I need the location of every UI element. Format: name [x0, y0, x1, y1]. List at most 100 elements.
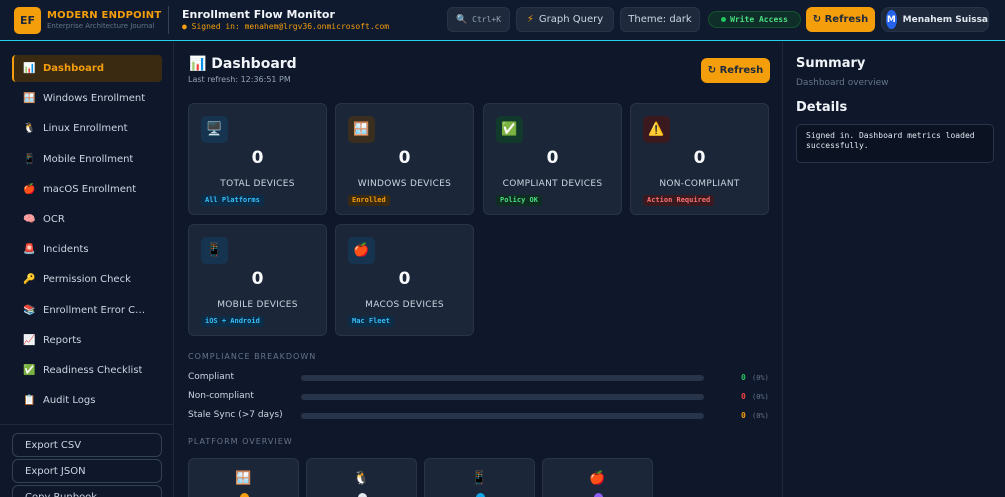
avatar: M [886, 10, 897, 29]
header-refresh-button[interactable]: ↻ Refresh [806, 7, 875, 32]
sidebar-item-windows-enrollment[interactable]: 🪟 Windows Enrollment [12, 85, 162, 112]
platform-card-mobile[interactable]: 📱 [424, 458, 535, 497]
compliance-percent: (0%) [752, 374, 769, 382]
key-icon: 🔑 [23, 273, 36, 285]
siren-icon: 🚨 [23, 243, 36, 255]
windows-icon: 🪟 [348, 116, 375, 143]
search-shortcut: Ctrl+K [472, 15, 502, 24]
compliance-count: 0 [741, 373, 746, 382]
chart-icon: 📈 [23, 334, 36, 346]
platform-section-title: PLATFORM OVERVIEW [188, 437, 293, 446]
sidebar-item-label: Windows Enrollment [43, 93, 146, 104]
stat-badge: All Platforms [201, 195, 264, 206]
sidebar-item-label: Linux Enrollment [43, 123, 128, 134]
sidebar-item-permission-check[interactable]: 🔑 Permission Check [12, 266, 162, 293]
platform-status-dot [594, 493, 603, 497]
stat-value: 0 [398, 148, 411, 168]
sidebar-item-ocr[interactable]: 🧠 OCR [12, 206, 162, 233]
sidebar-item-label: Mobile Enrollment [43, 154, 134, 165]
graph-query-label: Graph Query [538, 14, 604, 25]
status-dot-icon [721, 17, 727, 22]
brain-icon: 🧠 [23, 213, 36, 225]
stat-badge: Enrolled [348, 195, 390, 206]
sidebar-item-error-catalog[interactable]: 📚 Enrollment Error Catal... [12, 297, 162, 324]
sidebar-item-macos-enrollment[interactable]: 🍎 macOS Enrollment [12, 176, 162, 203]
signed-in-status: ● Signed in: menahem@lrgv36.onmicrosoft.… [182, 22, 390, 31]
stat-label: TOTAL DEVICES [220, 179, 295, 189]
stat-badge: Mac Fleet [348, 316, 394, 327]
top-bar: EF MODERN ENDPOINT Enterprise Architectu… [0, 0, 1005, 41]
stat-label: MACOS DEVICES [365, 300, 444, 310]
sidebar-item-incidents[interactable]: 🚨 Incidents [12, 236, 162, 263]
compliance-row-label: Stale Sync (>7 days) [188, 410, 283, 420]
compliance-percent: (0%) [752, 393, 769, 401]
stat-card-mobile-devices: 📱 0 MOBILE DEVICES iOS + Android [188, 224, 327, 336]
compliance-count: 0 [741, 392, 746, 401]
mobile-phone-icon: 📱 [201, 237, 228, 264]
brand-subtitle: Enterprise Architecture Journal [47, 22, 155, 30]
stat-value: 0 [251, 269, 264, 289]
compliance-progress-bar [301, 413, 704, 419]
apple-icon: 🍎 [589, 471, 606, 486]
penguin-icon: 🐧 [23, 122, 36, 134]
brand-logo: EF [14, 7, 41, 34]
dashboard-refresh-button[interactable]: ↻ Refresh [701, 58, 770, 83]
compliance-count: 0 [741, 411, 746, 420]
right-panel: Summary Dashboard overview Details Signe… [782, 42, 1005, 497]
brand-name: MODERN ENDPOINT [47, 10, 162, 21]
platform-card-windows[interactable]: 🪟 [188, 458, 299, 497]
sidebar-item-linux-enrollment[interactable]: 🐧 Linux Enrollment [12, 115, 162, 142]
penguin-icon: 🐧 [353, 471, 370, 486]
sidebar-divider [0, 424, 173, 425]
stat-label: WINDOWS DEVICES [357, 179, 452, 189]
stat-card-windows-devices: 🪟 0 WINDOWS DEVICES Enrolled [335, 103, 474, 215]
sidebar-item-label: Reports [43, 335, 82, 346]
stat-label: COMPLIANT DEVICES [502, 179, 603, 189]
user-menu[interactable]: M Menahem Suissa [881, 7, 989, 32]
write-access-label: Write Access [730, 15, 788, 24]
header-divider [168, 6, 169, 34]
export-csv-button[interactable]: Export CSV [12, 433, 162, 457]
sidebar-item-label: Dashboard [43, 63, 104, 74]
stat-value: 0 [546, 148, 559, 168]
platform-status-dot [240, 493, 249, 497]
stat-badge: Action Required [643, 195, 715, 206]
warning-icon: ⚠️ [643, 116, 670, 143]
mobile-phone-icon: 📱 [23, 153, 36, 165]
stat-card-total-devices: 🖥️ 0 TOTAL DEVICES All Platforms [188, 103, 327, 215]
windows-icon: 🪟 [23, 92, 36, 104]
stat-label: MOBILE DEVICES [217, 300, 298, 310]
compliance-row-label: Non-compliant [188, 391, 254, 401]
sidebar-item-dashboard[interactable]: 📊 Dashboard [12, 55, 162, 82]
search-icon: 🔍 [455, 14, 468, 25]
lightning-icon: ⚡ [526, 14, 534, 25]
clipboard-icon: 📋 [23, 394, 36, 406]
details-message: Signed in. Dashboard metrics loaded succ… [796, 124, 994, 163]
sidebar-item-reports[interactable]: 📈 Reports [12, 327, 162, 354]
sidebar-item-readiness-checklist[interactable]: ✅ Readiness Checklist [12, 357, 162, 384]
user-name: Menahem Suissa [902, 14, 988, 25]
platform-card-macos[interactable]: 🍎 [542, 458, 653, 497]
graph-query-button[interactable]: ⚡ Graph Query [516, 7, 614, 32]
search-button[interactable]: 🔍 Ctrl+K [447, 7, 510, 32]
details-title: Details [796, 100, 848, 115]
platform-card-linux[interactable]: 🐧 [306, 458, 417, 497]
sidebar-item-mobile-enrollment[interactable]: 📱 Mobile Enrollment [12, 146, 162, 173]
sidebar-item-label: Permission Check [43, 274, 131, 285]
sidebar: 📊 Dashboard 🪟 Windows Enrollment 🐧 Linux… [0, 42, 174, 497]
checkmark-icon: ✅ [496, 116, 523, 143]
summary-subtitle: Dashboard overview [796, 78, 889, 88]
export-json-button[interactable]: Export JSON [12, 459, 162, 483]
stat-value: 0 [251, 148, 264, 168]
apple-icon: 🍎 [348, 237, 375, 264]
theme-toggle[interactable]: Theme: dark [620, 7, 700, 32]
theme-label: Theme: dark [628, 14, 692, 25]
sidebar-item-label: Incidents [43, 244, 89, 255]
last-refresh-time: Last refresh: 12:36:51 PM [188, 75, 291, 84]
summary-title: Summary [796, 56, 866, 71]
platform-status-dot [358, 493, 367, 497]
compliance-progress-bar [301, 375, 704, 381]
stat-value: 0 [398, 269, 411, 289]
sidebar-item-audit-logs[interactable]: 📋 Audit Logs [12, 387, 162, 414]
copy-runbook-button[interactable]: Copy Runbook [12, 485, 162, 497]
